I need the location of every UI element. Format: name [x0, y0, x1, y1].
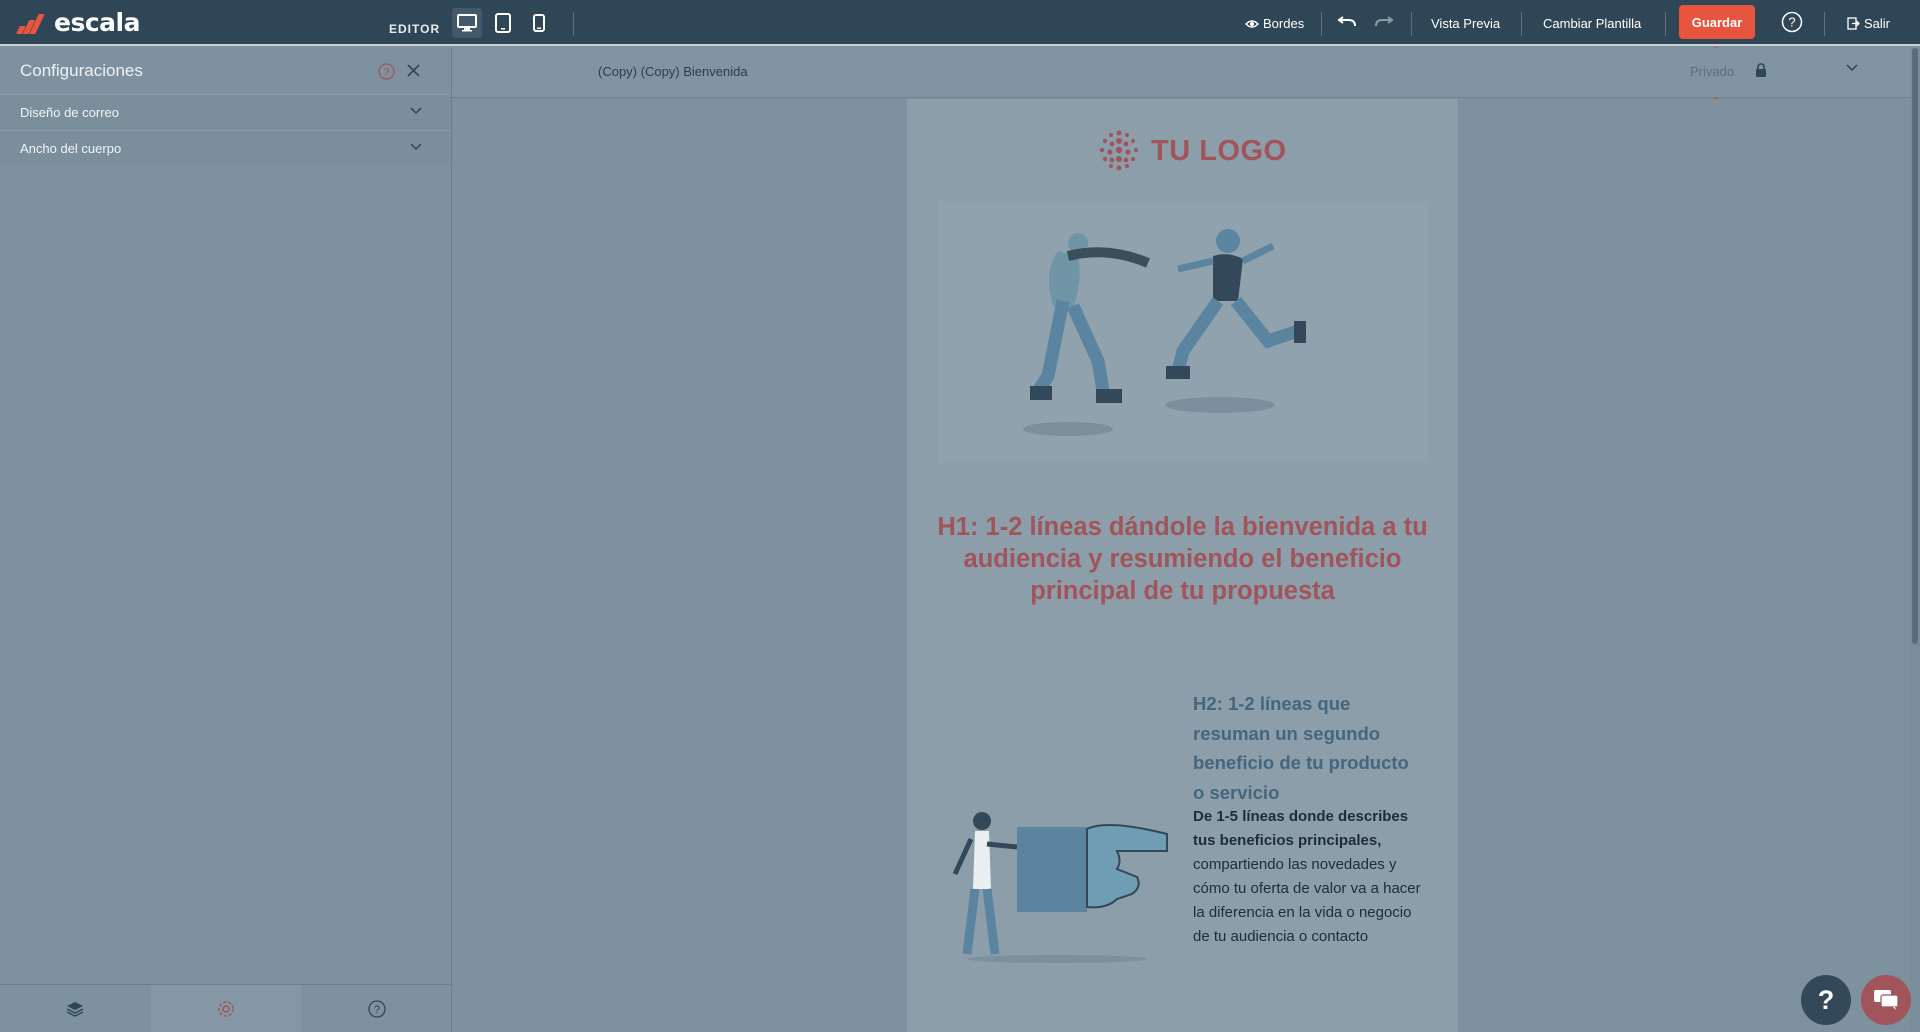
brand-name: escala: [54, 8, 140, 37]
body-bold-text: De 1-5 líneas donde describes tus benefi…: [1193, 808, 1409, 849]
bordes-button[interactable]: Bordes: [1245, 16, 1304, 31]
panel-bottom-tabs: ?: [0, 984, 452, 1032]
hero-people-illustration: [1023, 229, 1306, 436]
bordes-label: Bordes: [1263, 16, 1305, 31]
toolbar-divider: [1411, 12, 1412, 36]
logo-text: TU LOGO: [1151, 134, 1287, 167]
close-icon[interactable]: [406, 63, 421, 78]
toolbar-divider: [1321, 12, 1322, 36]
vista-previa-label: Vista Previa: [1431, 16, 1501, 31]
chevron-down-icon: [410, 143, 422, 151]
salir-button[interactable]: Salir: [1847, 16, 1890, 31]
configuration-panel: Configuraciones ? Diseño de correo Ancho…: [0, 48, 452, 1032]
help-chat-bubble[interactable]: ?: [1801, 975, 1851, 1025]
body-regular-text: compartiendo las novedades y cómo tu ofe…: [1193, 856, 1421, 945]
tab-layers[interactable]: [0, 985, 151, 1032]
accordion-ancho-del-cuerpo[interactable]: Ancho del cuerpo: [0, 130, 451, 166]
svg-text:?: ?: [1788, 15, 1795, 30]
email-preview[interactable]: TU LOGO H1: 1-2 líneas dándole la bienve…: [907, 99, 1458, 1032]
pointing-hand-illustration: [952, 812, 1168, 963]
salir-label: Salir: [1864, 16, 1891, 31]
accordion-label: Diseño de correo: [20, 105, 119, 120]
email-heading-2[interactable]: H2: 1-2 líneas que resuman un segundo be…: [1193, 689, 1423, 807]
email-heading-1[interactable]: H1: 1-2 líneas dándole la bienvenida a t…: [927, 511, 1438, 607]
tab-help[interactable]: ?: [301, 985, 452, 1032]
redo-button[interactable]: [1374, 14, 1394, 28]
vista-previa-button[interactable]: Vista Previa: [1431, 16, 1500, 31]
help-circle-icon: ?: [368, 999, 386, 1018]
mobile-icon: [533, 14, 545, 32]
tablet-view-button[interactable]: [488, 8, 518, 38]
svg-text:?: ?: [383, 67, 389, 79]
escala-logo-icon: [14, 10, 48, 36]
lock-icon: [1756, 63, 1766, 77]
hero-illustration[interactable]: [938, 201, 1428, 463]
help-circle-icon: ?: [1781, 11, 1803, 33]
chat-icon: [1874, 990, 1899, 1010]
panel-header: Configuraciones ?: [0, 48, 451, 94]
toolbar-divider: [1521, 12, 1522, 36]
mobile-view-button[interactable]: [524, 8, 554, 38]
gear-icon: [218, 1000, 234, 1017]
logo-dots-icon: [1099, 130, 1138, 171]
toolbar-divider: [1665, 12, 1666, 36]
email-logo[interactable]: TU LOGO: [1095, 127, 1287, 175]
device-switcher: [452, 8, 554, 38]
chevron-down-icon: [410, 107, 422, 115]
layers-icon: [66, 1001, 84, 1017]
accordion-diseno-de-correo[interactable]: Diseño de correo: [0, 94, 451, 130]
tab-settings[interactable]: [150, 985, 302, 1032]
undo-button[interactable]: [1337, 14, 1357, 28]
accordion-label: Ancho del cuerpo: [20, 141, 122, 156]
visibility-label[interactable]: Privado: [1690, 64, 1734, 79]
exit-icon: [1847, 17, 1860, 30]
email-body-text[interactable]: De 1-5 líneas donde describes tus benefi…: [1193, 805, 1425, 949]
eye-icon: [1245, 19, 1259, 28]
chevron-down-icon[interactable]: [1846, 64, 1858, 72]
tablet-icon: [495, 13, 511, 33]
redo-icon: [1375, 16, 1394, 27]
help-circle-icon[interactable]: ?: [378, 63, 395, 80]
toolbar-divider: [573, 12, 574, 36]
cambiar-plantilla-label: Cambiar Plantilla: [1543, 16, 1642, 31]
chat-bubble[interactable]: [1861, 975, 1911, 1025]
help-button[interactable]: ?: [1781, 11, 1803, 33]
toolbar-divider: [1824, 12, 1825, 36]
editor-mode-label: EDITOR: [389, 22, 441, 36]
scrollbar-thumb[interactable]: [1912, 48, 1918, 644]
guardar-button[interactable]: Guardar: [1679, 5, 1755, 39]
desktop-view-button[interactable]: [452, 8, 482, 38]
undo-icon: [1337, 16, 1356, 27]
panel-title: Configuraciones: [20, 61, 143, 80]
top-toolbar: escala EDITOR Bordes Vista Previa Cambia…: [0, 0, 1920, 46]
svg-text:?: ?: [374, 1004, 380, 1016]
desktop-icon: [457, 14, 477, 32]
canvas-header: (Copy) (Copy) Bienvenida Privado: [452, 48, 1920, 98]
cambiar-plantilla-button[interactable]: Cambiar Plantilla: [1543, 16, 1641, 31]
escala-logo[interactable]: escala: [14, 8, 140, 37]
pointing-illustration[interactable]: [947, 799, 1187, 969]
template-name[interactable]: (Copy) (Copy) Bienvenida: [598, 64, 748, 79]
